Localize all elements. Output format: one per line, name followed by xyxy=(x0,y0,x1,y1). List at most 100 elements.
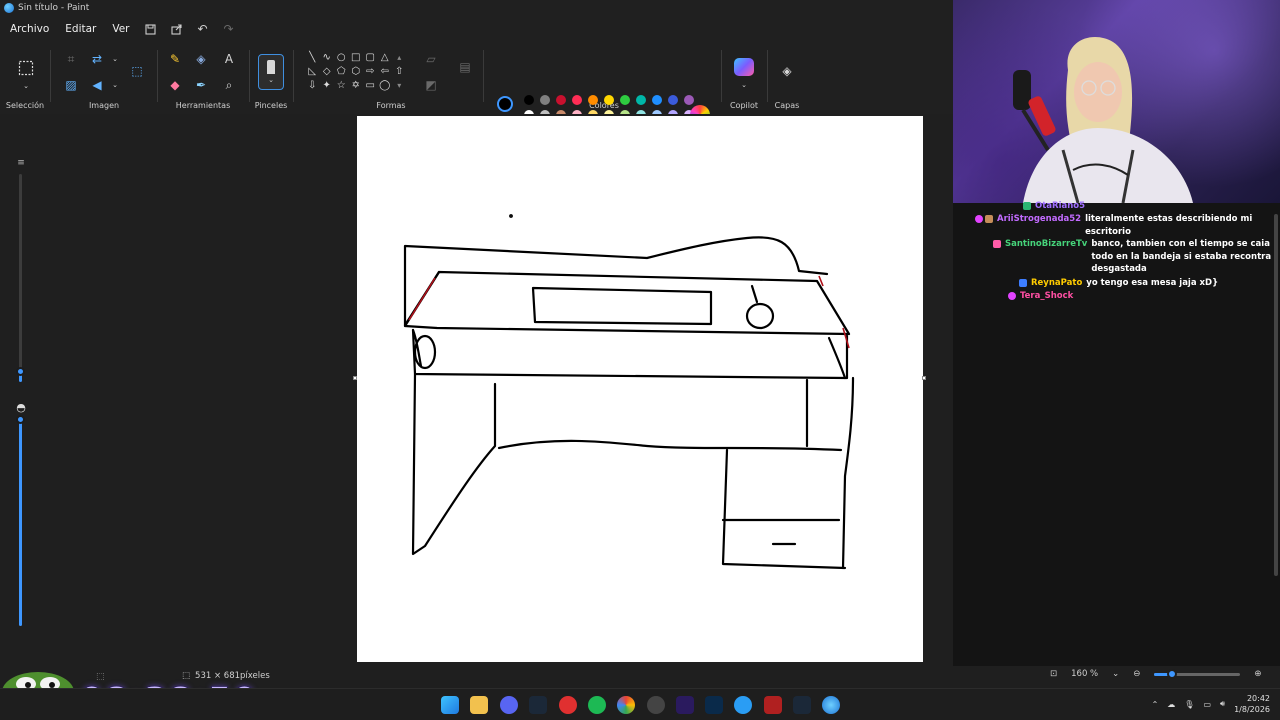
chrome-icon[interactable] xyxy=(617,696,635,714)
diamond-shape-icon[interactable]: ◇ xyxy=(320,64,335,78)
chat-username[interactable]: OtaRiano5 xyxy=(1035,200,1085,213)
outline-icon[interactable]: ▱ xyxy=(422,50,440,68)
microphone-icon[interactable]: 🎙︎ xyxy=(1184,700,1194,709)
arrow-left-shape-icon[interactable]: ⇦ xyxy=(378,64,393,78)
oval-shape-icon[interactable]: ○ xyxy=(334,50,349,64)
resize-handle[interactable] xyxy=(353,376,357,380)
pencil-icon[interactable]: ✎ xyxy=(166,50,184,68)
voicemeeter-icon[interactable] xyxy=(764,696,782,714)
share-icon[interactable] xyxy=(166,19,188,39)
rectangle-shape-icon[interactable]: □ xyxy=(349,50,364,64)
network-icon[interactable]: ☁ xyxy=(1167,700,1175,709)
file-explorer-icon[interactable] xyxy=(470,696,488,714)
spotify-icon[interactable] xyxy=(588,696,606,714)
paint-icon[interactable] xyxy=(822,696,840,714)
color-swatch[interactable] xyxy=(540,95,550,105)
resize-icon[interactable]: ⇄ xyxy=(88,50,106,68)
scroll-down-icon[interactable]: ▾ xyxy=(392,78,407,92)
undo-icon[interactable]: ↶ xyxy=(192,19,214,39)
hexagon-shape-icon[interactable]: ⬡ xyxy=(349,64,364,78)
redo-icon[interactable]: ↷ xyxy=(218,19,240,39)
discord-icon[interactable] xyxy=(500,696,518,714)
chat-username[interactable]: SantinoBizarreTv xyxy=(1005,238,1087,276)
fit-screen-icon[interactable]: ⊡ xyxy=(1050,669,1057,679)
chat-username[interactable]: ReynaPato xyxy=(1031,277,1082,290)
color-swatch[interactable] xyxy=(652,95,662,105)
zoom-slider[interactable] xyxy=(1154,668,1241,679)
color-swatch[interactable] xyxy=(668,95,678,105)
steam-icon[interactable] xyxy=(529,696,547,714)
premiere-icon[interactable] xyxy=(676,696,694,714)
text-icon[interactable]: A xyxy=(220,50,238,68)
opacity-slider[interactable] xyxy=(16,415,25,626)
slider-knob[interactable] xyxy=(16,415,25,424)
chat-username[interactable]: AriiStrogenada52 xyxy=(997,213,1081,238)
magnifier-icon[interactable]: ⌕ xyxy=(220,76,238,94)
chevron-down-icon[interactable]: ⌄ xyxy=(106,50,124,68)
fill-shape-icon[interactable]: ▤ xyxy=(456,58,474,76)
primary-color-swatch[interactable] xyxy=(497,96,513,112)
image-creator-icon[interactable]: ⬚ xyxy=(128,62,146,80)
zoom-in-icon[interactable]: ⊕ xyxy=(1254,669,1261,679)
crop-icon[interactable]: ⌗ xyxy=(62,50,80,68)
star5-shape-icon[interactable]: ☆ xyxy=(334,78,349,92)
image-bg-icon[interactable]: ▨ xyxy=(62,76,80,94)
eraser-icon[interactable]: ◆ xyxy=(166,76,184,94)
color-swatch[interactable] xyxy=(524,95,534,105)
app-icon[interactable] xyxy=(734,696,752,714)
drawing-canvas[interactable] xyxy=(357,116,923,662)
copilot-icon[interactable] xyxy=(734,58,754,76)
pentagon-shape-icon[interactable]: ⬠ xyxy=(334,64,349,78)
color-swatch[interactable] xyxy=(684,95,694,105)
slider-knob[interactable] xyxy=(16,366,25,376)
rotate-icon[interactable]: ◀ xyxy=(88,76,106,94)
fill-icon[interactable]: ◈ xyxy=(192,50,210,68)
callout-oval-shape-icon[interactable]: ◯ xyxy=(378,78,393,92)
zoom-level[interactable]: 160 % xyxy=(1071,669,1098,679)
right-triangle-shape-icon[interactable]: ◺ xyxy=(305,64,320,78)
line-shape-icon[interactable]: ╲ xyxy=(305,50,320,64)
photoshop-icon[interactable] xyxy=(705,696,723,714)
selection-rect-icon[interactable] xyxy=(16,58,36,78)
color-swatch[interactable] xyxy=(588,95,598,105)
color-swatch[interactable] xyxy=(620,95,630,105)
callout-rect-shape-icon[interactable]: ▭ xyxy=(363,78,378,92)
chevron-down-icon[interactable]: ⌄ xyxy=(17,77,35,95)
curve-shape-icon[interactable]: ∿ xyxy=(320,50,335,64)
arrow-down-shape-icon[interactable]: ⇩ xyxy=(305,78,320,92)
color-swatch[interactable] xyxy=(604,95,614,105)
color-swatch[interactable] xyxy=(556,95,566,105)
resize-handle[interactable] xyxy=(922,376,926,380)
rounded-rect-shape-icon[interactable]: ▢ xyxy=(363,50,378,64)
save-icon[interactable] xyxy=(140,19,162,39)
volume-icon[interactable]: 🔊︎ xyxy=(1220,699,1225,709)
menu-view[interactable]: Ver xyxy=(106,20,135,38)
chevron-down-icon[interactable]: ⌄ xyxy=(735,76,753,94)
chevron-down-icon[interactable]: ⌄ xyxy=(1112,669,1119,679)
chat-username[interactable]: Tera_Shock xyxy=(1020,290,1073,303)
app-icon[interactable] xyxy=(559,696,577,714)
menu-edit[interactable]: Editar xyxy=(59,20,102,38)
display-icon[interactable]: ▭ xyxy=(1203,700,1211,709)
arrow-up-shape-icon[interactable]: ⇧ xyxy=(392,64,407,78)
start-icon[interactable] xyxy=(441,696,459,714)
chevron-up-icon[interactable]: ⌃ xyxy=(1152,700,1159,709)
star6-shape-icon[interactable]: ✡ xyxy=(349,78,364,92)
steam-icon[interactable] xyxy=(793,696,811,714)
layers-icon[interactable]: ◈ xyxy=(778,62,796,80)
obs-icon[interactable] xyxy=(647,696,665,714)
clock[interactable]: 20:42 1/8/2026 xyxy=(1234,693,1270,715)
shape-fill-icon[interactable]: ◩ xyxy=(422,76,440,94)
color-swatch[interactable] xyxy=(636,95,646,105)
color-picker-icon[interactable]: ✒ xyxy=(192,76,210,94)
chevron-down-icon[interactable]: ⌄ xyxy=(106,76,124,94)
zoom-out-icon[interactable]: ⊖ xyxy=(1133,669,1140,679)
menu-file[interactable]: Archivo xyxy=(4,20,55,38)
triangle-shape-icon[interactable]: △ xyxy=(378,50,393,64)
brush-size-slider[interactable] xyxy=(16,174,25,382)
star4-shape-icon[interactable]: ✦ xyxy=(320,78,335,92)
arrow-right-shape-icon[interactable]: ⇨ xyxy=(363,64,378,78)
chat-scrollbar[interactable] xyxy=(1274,214,1278,576)
scroll-up-icon[interactable]: ▴ xyxy=(392,50,407,64)
color-swatch[interactable] xyxy=(572,95,582,105)
